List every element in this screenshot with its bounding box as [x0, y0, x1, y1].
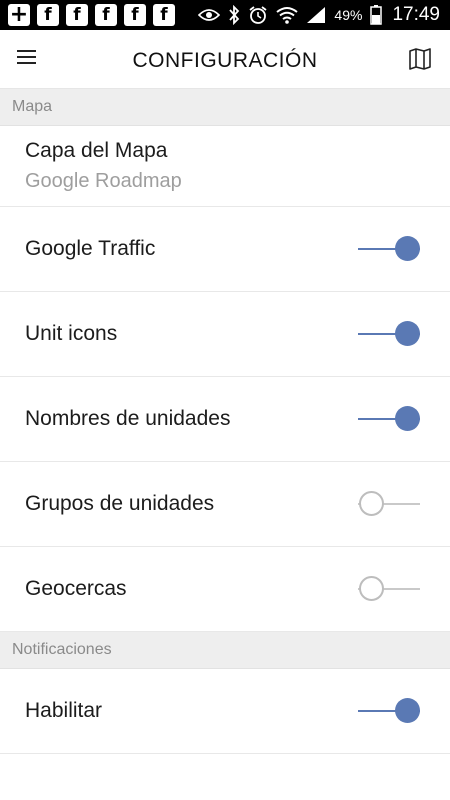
enable-notifications-switch[interactable]: [358, 698, 422, 724]
status-bar: + f f f f f 49% 17:49: [0, 0, 450, 30]
app-bar: CONFIGURACIÓN: [0, 30, 450, 89]
map-layer-value: Google Roadmap: [25, 170, 182, 192]
facebook-icon: f: [153, 4, 175, 26]
wifi-icon: [276, 6, 299, 24]
setting-row-unit-names[interactable]: Nombres de unidades: [0, 377, 450, 462]
clock: 17:49: [392, 4, 440, 25]
facebook-icon: f: [37, 4, 59, 26]
setting-label: Habilitar: [25, 699, 103, 722]
setting-label: Nombres de unidades: [25, 407, 231, 430]
unit-groups-switch[interactable]: [358, 491, 422, 517]
setting-label: Google Traffic: [25, 237, 156, 260]
signal-icon: [306, 6, 326, 24]
setting-row-unit-icons[interactable]: Unit icons: [0, 292, 450, 377]
section-header-map: Mapa: [0, 89, 450, 126]
setting-row-google-traffic[interactable]: Google Traffic: [0, 207, 450, 292]
notification-icons: + f f f f f: [0, 4, 175, 26]
eye-icon: [198, 8, 221, 22]
page-title: CONFIGURACIÓN: [132, 49, 318, 72]
alarm-icon: [248, 5, 268, 25]
facebook-icon: f: [66, 4, 88, 26]
facebook-icon: f: [95, 4, 117, 26]
battery-percentage: 49%: [334, 7, 363, 23]
map-icon: [409, 48, 431, 70]
setting-label: Grupos de unidades: [25, 492, 215, 515]
setting-row-enable-notifications[interactable]: Habilitar: [0, 669, 450, 754]
setting-row-geofences[interactable]: Geocercas: [0, 547, 450, 632]
google-traffic-switch[interactable]: [358, 236, 422, 262]
unit-names-switch[interactable]: [358, 406, 422, 432]
setting-label: Unit icons: [25, 322, 118, 345]
geofences-switch[interactable]: [358, 576, 422, 602]
facebook-icon: f: [124, 4, 146, 26]
map-button[interactable]: [408, 48, 434, 72]
add-notification-icon: +: [8, 2, 30, 27]
battery-icon: [370, 5, 383, 25]
setting-label: Geocercas: [25, 577, 127, 600]
map-layer-label: Capa del Mapa: [25, 139, 168, 162]
bluetooth-icon: [228, 5, 240, 25]
section-header-notifications: Notificaciones: [0, 632, 450, 669]
unit-icons-switch[interactable]: [358, 321, 422, 347]
setting-row-unit-groups[interactable]: Grupos de unidades: [0, 462, 450, 547]
